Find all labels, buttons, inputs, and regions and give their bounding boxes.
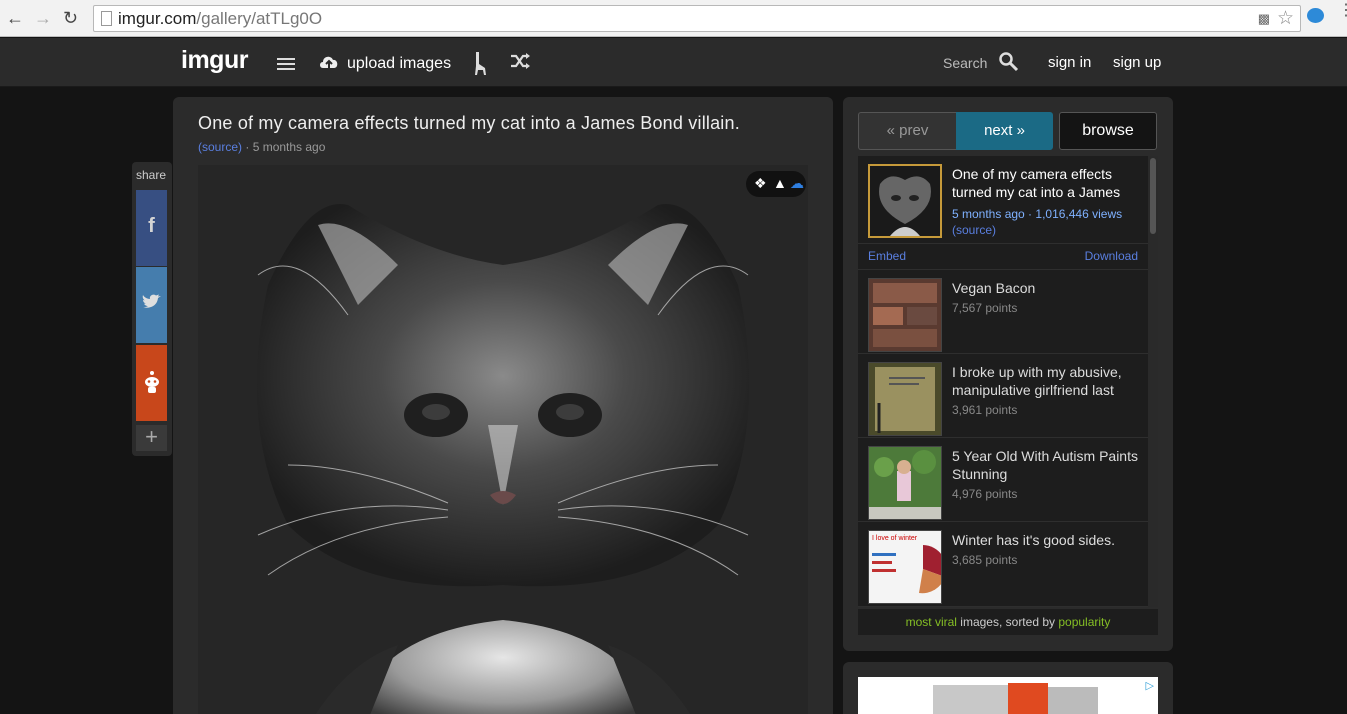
search-icon[interactable] bbox=[998, 51, 1020, 73]
browse-button[interactable]: browse bbox=[1059, 112, 1157, 150]
active-item-title[interactable]: One of my camera effects turned my cat i… bbox=[952, 165, 1142, 201]
scrollbar-thumb[interactable] bbox=[1150, 158, 1156, 234]
active-item-views: 1,016,446 views bbox=[1035, 207, 1123, 221]
gallery-item-title[interactable]: Winter has it's good sides. bbox=[952, 531, 1142, 549]
next-button[interactable]: next » bbox=[956, 112, 1053, 150]
download-link[interactable]: Download bbox=[1085, 249, 1138, 263]
gallery-item-title[interactable]: 5 Year Old With Autism Paints Stunning bbox=[952, 447, 1142, 483]
post-title: One of my camera effects turned my cat i… bbox=[198, 113, 740, 133]
browser-menu-icon[interactable]: ⋮ bbox=[1338, 3, 1347, 19]
browser-toolbar: ← → ↻ imgur.com/gallery/atTLg0O ▩ ☆ ⋮ bbox=[0, 0, 1347, 37]
post-panel: One of my camera effects turned my cat i… bbox=[173, 97, 833, 714]
twitter-share-button[interactable] bbox=[136, 267, 167, 343]
active-item-meta: 5 months ago · 1,016,446 views bbox=[952, 207, 1122, 221]
gallery-thumbnail[interactable]: I love of winter bbox=[868, 530, 942, 604]
active-item-age: 5 months ago bbox=[952, 207, 1025, 221]
gallery-item-points: 4,976 points bbox=[952, 487, 1018, 501]
google-drive-icon[interactable]: ▲ bbox=[773, 175, 787, 191]
ad-panel: ▷ bbox=[843, 662, 1173, 714]
url-text[interactable]: imgur.com/gallery/atTLg0O bbox=[118, 9, 322, 29]
translate-icon[interactable]: ▩ bbox=[1258, 11, 1270, 27]
embed-link[interactable]: Embed bbox=[868, 249, 906, 263]
share-sidebar: share f + bbox=[132, 162, 172, 456]
gallery-item-points: 7,567 points bbox=[952, 301, 1018, 315]
shuffle-random-icon[interactable] bbox=[509, 52, 531, 76]
url-host: imgur.com bbox=[118, 9, 197, 28]
site-header: imgur upload images Search sign in sign … bbox=[0, 38, 1347, 87]
gallery-thumbnail[interactable] bbox=[868, 362, 942, 436]
hamburger-menu-icon[interactable] bbox=[277, 58, 295, 70]
meta-separator: · bbox=[242, 140, 253, 154]
footer-text: images, sorted by bbox=[956, 615, 1059, 629]
gallery-thumbnail[interactable] bbox=[868, 278, 942, 352]
onedrive-cloud-icon[interactable]: ☁ bbox=[790, 175, 804, 192]
sign-up-link[interactable]: sign up bbox=[1113, 54, 1161, 71]
address-bar[interactable]: imgur.com/gallery/atTLg0O ▩ ☆ bbox=[93, 5, 1301, 32]
advertisement[interactable]: ▷ bbox=[858, 677, 1158, 714]
upload-cloud-icon[interactable] bbox=[318, 53, 340, 70]
gallery-item-title[interactable]: I broke up with my abusive, manipulative… bbox=[952, 363, 1142, 399]
post-age: 5 months ago bbox=[252, 140, 326, 154]
giraffe-icon[interactable] bbox=[472, 50, 488, 82]
popularity-link[interactable]: popularity bbox=[1058, 615, 1110, 629]
more-share-button[interactable]: + bbox=[136, 425, 167, 451]
embed-download-row: Embed Download bbox=[858, 244, 1148, 270]
gallery-item[interactable]: I broke up with my abusive, manipulative… bbox=[858, 354, 1148, 438]
twitter-bird-icon bbox=[142, 294, 161, 308]
gallery-item[interactable]: Vegan Bacon 7,567 points bbox=[858, 270, 1148, 354]
adchoices-icon[interactable]: ▷ bbox=[1146, 679, 1154, 692]
page-icon bbox=[101, 11, 112, 26]
gallery-item[interactable]: 5 Year Old With Autism Paints Stunning 4… bbox=[858, 438, 1148, 522]
cloud-save-bar: ❖ ▲ ☁ bbox=[746, 171, 806, 197]
dropbox-icon[interactable]: ❖ bbox=[754, 175, 767, 192]
post-meta: (source) · 5 months ago bbox=[198, 140, 325, 154]
forward-arrow-icon[interactable]: → bbox=[34, 7, 52, 29]
back-arrow-icon[interactable]: ← bbox=[6, 7, 24, 29]
url-path: /gallery/atTLg0O bbox=[196, 9, 323, 28]
gallery-sidebar: « prev next » browse One of my camera ef… bbox=[843, 97, 1173, 651]
gallery-item-points: 3,685 points bbox=[952, 553, 1018, 567]
reddit-share-button[interactable] bbox=[136, 345, 167, 421]
gallery-item-points: 3,961 points bbox=[952, 403, 1018, 417]
upload-images-link[interactable]: upload images bbox=[347, 55, 451, 73]
list-footer: most viral images, sorted by popularity bbox=[858, 609, 1158, 635]
facebook-icon: f bbox=[148, 215, 155, 237]
active-meta-separator: · bbox=[1024, 207, 1036, 221]
reddit-alien-icon bbox=[144, 371, 159, 393]
active-thumbnail[interactable] bbox=[868, 164, 942, 238]
sign-in-link[interactable]: sign in bbox=[1048, 54, 1091, 71]
source-link[interactable]: (source) bbox=[198, 140, 242, 154]
active-source-link[interactable]: (source) bbox=[952, 223, 996, 237]
extension-chat-icon[interactable] bbox=[1307, 8, 1324, 23]
list-scrollbar[interactable] bbox=[1148, 156, 1158, 607]
gallery-item-title[interactable]: Vegan Bacon bbox=[952, 279, 1142, 297]
gallery-list: One of my camera effects turned my cat i… bbox=[858, 156, 1158, 607]
most-viral-link[interactable]: most viral bbox=[906, 615, 957, 629]
gallery-thumbnail[interactable] bbox=[868, 446, 942, 520]
reload-icon[interactable]: ↻ bbox=[63, 7, 78, 29]
post-image[interactable]: ❖ ▲ ☁ bbox=[198, 165, 808, 714]
bookmark-star-icon[interactable]: ☆ bbox=[1277, 7, 1294, 30]
prev-button[interactable]: « prev bbox=[858, 112, 956, 150]
thumb-caption: I love of winter bbox=[872, 535, 918, 542]
facebook-share-button[interactable]: f bbox=[136, 190, 167, 266]
active-gallery-item[interactable]: One of my camera effects turned my cat i… bbox=[858, 156, 1148, 244]
imgur-logo[interactable]: imgur bbox=[181, 46, 248, 75]
gallery-item[interactable]: I love of winter Winter has it's good si… bbox=[858, 522, 1148, 607]
mirrored-cat-photo bbox=[198, 165, 808, 714]
search-label[interactable]: Search bbox=[943, 55, 987, 71]
share-label: share bbox=[136, 168, 167, 182]
